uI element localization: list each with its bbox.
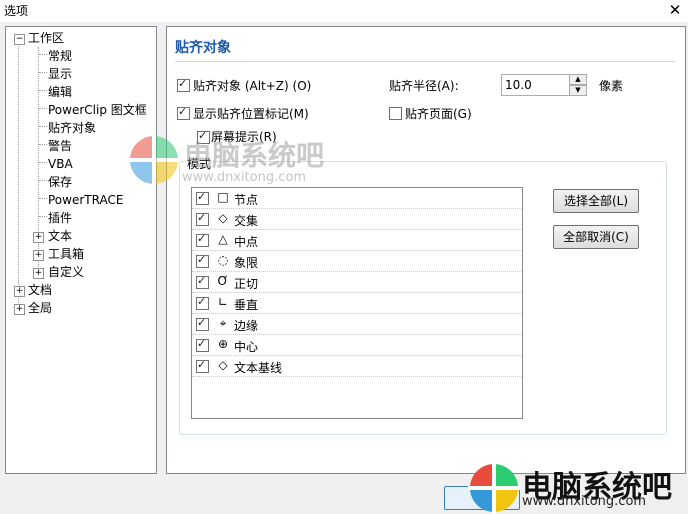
mode-checkbox[interactable] [196,337,209,352]
mode-checkbox[interactable] [196,274,209,289]
tree-item-document[interactable]: 文档 [28,281,52,299]
watermark-logo-faded [128,134,180,186]
node-icon: □ [217,190,229,204]
tree-item-general[interactable]: 常规 [48,47,72,65]
tree-guide [18,41,19,311]
list-item[interactable]: ◌ 象限 [192,251,522,272]
intersection-icon: ◇ [218,211,228,225]
tree-item-edit[interactable]: 编辑 [48,83,72,101]
title-bar: 选项 ✕ [0,0,688,22]
expand-toolbox-icon[interactable]: + [33,250,44,261]
tree-item-plugins[interactable]: 插件 [48,209,72,227]
perpendicular-icon: ∟ [217,295,229,309]
tree-item-workspace[interactable]: 工作区 [28,29,64,47]
list-item[interactable]: ⊕ 中心 [192,335,522,356]
snap-to-objects-checkbox[interactable] [177,77,190,92]
select-all-button[interactable]: 选择全部(L) [553,189,639,213]
watermark-url-faded: www.dnxitong.com [182,170,307,185]
mode-label: 中点 [234,235,259,249]
heading-divider [175,61,675,62]
snap-page-checkbox[interactable] [389,107,402,120]
expand-text-icon[interactable]: + [33,232,44,243]
tree-item-toolbox[interactable]: 工具箱 [48,245,84,263]
list-item[interactable]: ∟ 垂直 [192,293,522,314]
snap-page-label[interactable]: 贴齐页面(G) [405,105,472,122]
list-item[interactable]: ◇ 交集 [192,209,522,230]
expand-global-icon[interactable]: + [14,304,25,315]
expand-customize-icon[interactable]: + [33,268,44,279]
close-button[interactable]: ✕ [664,0,686,20]
mode-checkbox[interactable] [196,211,209,226]
tree-item-powertrace[interactable]: PowerTRACE [48,191,123,209]
tree-item-warnings[interactable]: 警告 [48,137,72,155]
window-title: 选项 [4,4,29,18]
edge-icon: ⌖ [219,316,227,330]
mode-label: 正切 [234,277,259,291]
list-item[interactable]: ⌖ 边缘 [192,314,522,335]
deselect-all-button[interactable]: 全部取消(C) [553,225,639,249]
tree-item-powerclip[interactable]: PowerClip 图文框 [48,101,147,119]
tangent-icon: Ơ [217,274,229,288]
tree-item-text[interactable]: 文本 [48,227,72,245]
mode-checkbox[interactable] [196,232,209,247]
mode-label: 节点 [234,193,259,207]
mode-checkbox[interactable] [196,190,209,205]
mode-label: 边缘 [234,319,259,333]
list-item[interactable]: □ 节点 [192,188,522,209]
tree-item-display[interactable]: 显示 [48,65,72,83]
text-baseline-icon: ◇ [218,358,228,372]
mode-label: 象限 [234,256,259,270]
mode-checkbox[interactable] [196,253,209,268]
list-item[interactable]: ◇ 文本基线 [192,356,522,377]
tree-item-vba[interactable]: VBA [48,155,73,173]
midpoint-icon: △ [218,232,228,246]
mode-label: 交集 [234,214,259,228]
mode-label: 文本基线 [234,361,283,375]
snap-to-objects-label[interactable]: 贴齐对象 (Alt+Z) (O) [193,77,311,94]
mode-checkbox[interactable] [196,316,209,331]
mode-checkbox[interactable] [196,295,209,310]
snap-modes-list[interactable]: □ 节点 ◇ 交集 △ 中点 ◌ 象限 Ơ 正切 ∟ 垂直 ⌖ 边缘 ⊕ 中心 ◇ 文本基线 [191,187,523,419]
list-item[interactable]: △ 中点 [192,230,522,251]
tree-item-customize[interactable]: 自定义 [48,263,84,281]
tree-item-save[interactable]: 保存 [48,173,72,191]
settings-panel: 贴齐对象 贴齐对象 (Alt+Z) (O) 显示贴齐位置标记(M) 屏幕提示(R… [166,26,686,474]
tree-item-snap-to-objects[interactable]: 贴齐对象 [48,119,96,137]
spin-down-icon[interactable]: ▼ [569,85,587,96]
expand-document-icon[interactable]: + [14,286,25,297]
collapse-workspace-icon[interactable]: − [14,34,25,45]
mode-checkbox[interactable] [196,358,209,373]
snap-radius-spinner[interactable]: ▲ ▼ [569,74,587,96]
options-tree[interactable]: − 工作区 常规 显示 编辑 PowerClip 图文框 贴齐对象 警告 VBA… [5,26,157,474]
watermark-url: www.dnxitong.com [522,494,647,509]
mode-label: 垂直 [234,298,259,312]
snap-radius-unit: 像素 [599,79,624,93]
tree-item-global[interactable]: 全局 [28,299,52,317]
spin-up-icon[interactable]: ▲ [569,74,587,85]
center-icon: ⊕ [217,337,229,351]
panel-heading: 贴齐对象 [175,40,231,56]
mode-label: 中心 [234,340,259,354]
snap-radius-label: 贴齐半径(A): [389,79,459,93]
watermark-text-faded: 电脑系统吧 [184,139,325,172]
quadrant-icon: ◌ [217,253,229,267]
watermark-logo [468,462,520,514]
show-snap-marker-checkbox[interactable] [177,105,190,120]
show-snap-marker-label[interactable]: 显示贴齐位置标记(M) [193,105,309,122]
list-item[interactable]: Ơ 正切 [192,272,522,293]
